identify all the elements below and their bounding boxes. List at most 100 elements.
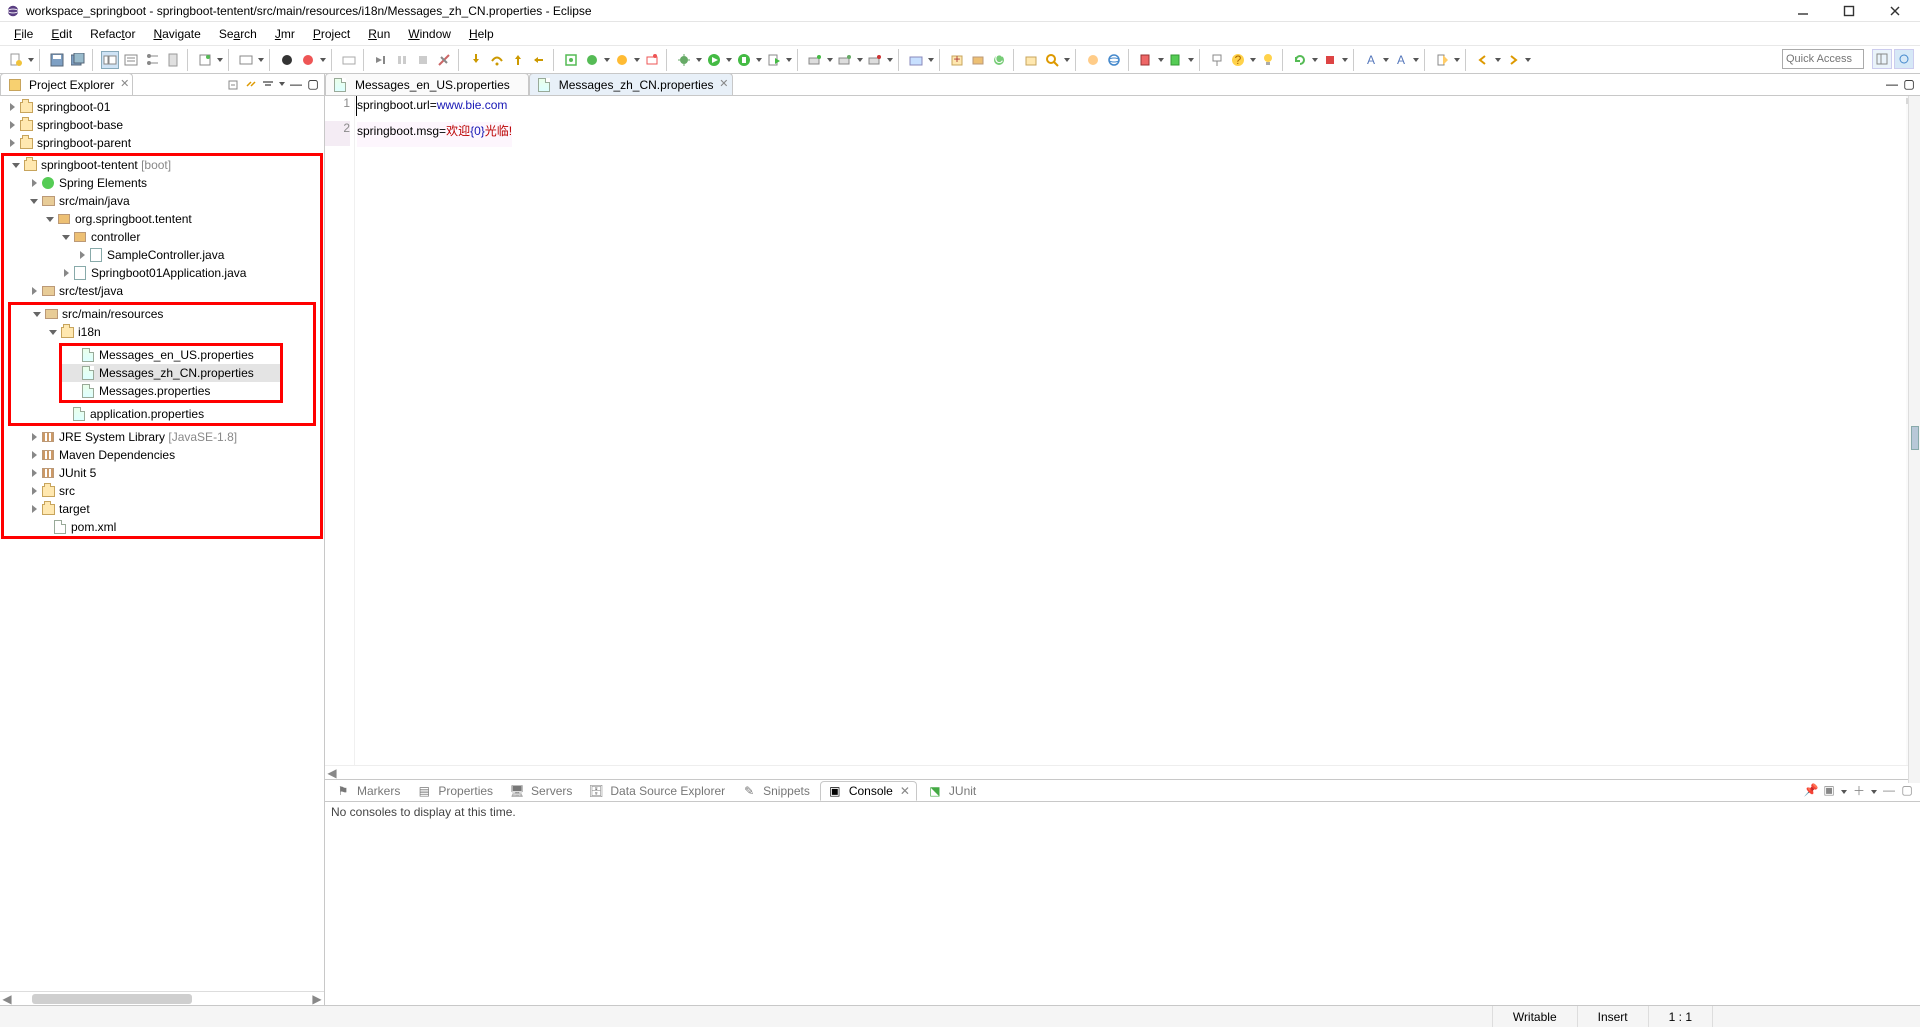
collapse-all-button[interactable]: [227, 77, 241, 91]
search-button[interactable]: [1043, 51, 1061, 69]
tb-newwiz[interactable]: [1433, 51, 1451, 69]
tree-row-sample-controller[interactable]: SampleController.java: [4, 246, 320, 264]
view-tab-close[interactable]: ✕: [120, 77, 129, 90]
tree-row-msg-en[interactable]: Messages_en_US.properties: [62, 346, 280, 364]
window-close-button[interactable]: [1882, 1, 1908, 21]
tb-btn-stop[interactable]: [414, 51, 432, 69]
tb-tips[interactable]: [1259, 51, 1277, 69]
tb-relaunch-boot[interactable]: [1291, 51, 1309, 69]
run-button[interactable]: [705, 51, 723, 69]
console-new-drop[interactable]: [1870, 783, 1878, 801]
tb-btn-stepout[interactable]: [509, 51, 527, 69]
tb-font-2-drop[interactable]: [1412, 51, 1420, 69]
outline-min-icon[interactable]: [1911, 426, 1919, 450]
tree-row-pom[interactable]: pom.xml: [4, 518, 320, 536]
editor-hscroll[interactable]: ◀▶: [325, 765, 1920, 779]
back-drop[interactable]: [1494, 51, 1502, 69]
minimize-bottom-button[interactable]: —: [1882, 783, 1896, 797]
link-editor-button[interactable]: [244, 77, 258, 91]
view-tab-project-explorer[interactable]: Project Explorer ✕: [0, 73, 133, 95]
view-tab-console[interactable]: ▣Console✕: [820, 781, 917, 801]
tree-row-junit[interactable]: JUnit 5: [4, 464, 320, 482]
tb-tasklist[interactable]: [1084, 51, 1102, 69]
tb-newwiz-drop[interactable]: [1453, 51, 1461, 69]
view-tab-properties[interactable]: ▤Properties: [410, 781, 499, 801]
tree-row-controller[interactable]: controller: [4, 228, 320, 246]
menu-run[interactable]: Run: [360, 25, 398, 43]
perspective-jee-button[interactable]: [1894, 49, 1914, 69]
tb-btn-skip[interactable]: [372, 51, 390, 69]
save-button[interactable]: [48, 51, 66, 69]
window-maximize-button[interactable]: [1836, 1, 1862, 21]
tb-btn-5[interactable]: [122, 51, 140, 69]
tb-browser[interactable]: [1105, 51, 1123, 69]
new-class-button[interactable]: C: [990, 51, 1008, 69]
tb-annotation-prev-drop[interactable]: [1157, 51, 1165, 69]
tree-row-src-test-java[interactable]: src/test/java: [4, 282, 320, 300]
debug-button[interactable]: [675, 51, 693, 69]
tb-btn-boot1[interactable]: [583, 51, 601, 69]
console-tab-close[interactable]: ✕: [900, 784, 910, 798]
tb-server-start-drop[interactable]: [826, 51, 834, 69]
maximize-view-button[interactable]: ▢: [306, 77, 320, 91]
tb-btn-stepover[interactable]: [488, 51, 506, 69]
tb-stop-boot[interactable]: [1321, 51, 1339, 69]
tb-annotation-next-drop[interactable]: [1187, 51, 1195, 69]
tb-btn-disconnect[interactable]: [435, 51, 453, 69]
tb-btn-boot2[interactable]: [613, 51, 631, 69]
new-button[interactable]: [7, 51, 25, 69]
tb-btn-stepin[interactable]: [467, 51, 485, 69]
tb-drop-jmr2[interactable]: [319, 51, 327, 69]
tree-row-app-props[interactable]: application.properties: [11, 405, 313, 423]
open-type-button[interactable]: [1022, 51, 1040, 69]
back-button[interactable]: [1474, 51, 1492, 69]
run-last-button[interactable]: [765, 51, 783, 69]
tb-server-profile-drop[interactable]: [886, 51, 894, 69]
tb-drop-boot2[interactable]: [633, 51, 641, 69]
view-tab-snippets[interactable]: ✎Snippets: [735, 781, 816, 801]
tb-server-debug-drop[interactable]: [856, 51, 864, 69]
menu-help[interactable]: Help: [461, 25, 502, 43]
tree-row-msg-def[interactable]: Messages.properties: [62, 382, 280, 400]
new-java-project-button[interactable]: +: [948, 51, 966, 69]
tree-row-pkg[interactable]: org.springboot.tentent: [4, 210, 320, 228]
menu-navigate[interactable]: Navigate: [145, 25, 208, 43]
tb-btn-relaunch[interactable]: [562, 51, 580, 69]
coverage-dropdown[interactable]: [755, 51, 763, 69]
tb-annotation-next[interactable]: [1167, 51, 1185, 69]
menu-jmr[interactable]: Jmr: [267, 25, 303, 43]
forward-button[interactable]: [1504, 51, 1522, 69]
menu-edit[interactable]: Edit: [43, 25, 80, 43]
tb-drop-switch[interactable]: [216, 51, 224, 69]
forward-drop[interactable]: [1524, 51, 1532, 69]
code-content[interactable]: springboot.url=www.bie.com springboot.ms…: [355, 96, 1906, 765]
open-perspective-button[interactable]: [1872, 49, 1892, 69]
tb-server-profile[interactable]: [866, 51, 884, 69]
view-tab-dse[interactable]: 🗄Data Source Explorer: [582, 781, 731, 801]
tb-btn-6[interactable]: [143, 51, 161, 69]
project-explorer-tree[interactable]: springboot-01 springboot-base springboot…: [0, 96, 324, 991]
menu-file[interactable]: File: [6, 25, 41, 43]
tree-row-src[interactable]: src: [4, 482, 320, 500]
tb-font-2[interactable]: A: [1392, 51, 1410, 69]
new-package-button[interactable]: [969, 51, 987, 69]
coverage-button[interactable]: [735, 51, 753, 69]
view-tab-servers[interactable]: 🖥Servers: [503, 781, 578, 801]
tb-btn-switch[interactable]: [196, 51, 214, 69]
search-drop[interactable]: [1063, 51, 1071, 69]
editor-tab-en[interactable]: Messages_en_US.properties: [325, 73, 529, 95]
maximize-editor-button[interactable]: ▢: [1902, 77, 1916, 91]
tree-row-src-main-java[interactable]: src/main/java: [4, 192, 320, 210]
tree-row-target[interactable]: target: [4, 500, 320, 518]
save-all-button[interactable]: [69, 51, 87, 69]
tb-drop-console[interactable]: [257, 51, 265, 69]
tb-btn-boot3[interactable]: [643, 51, 661, 69]
editor-tab-zh[interactable]: Messages_zh_CN.properties ✕: [529, 73, 733, 95]
menu-search[interactable]: Search: [211, 25, 265, 43]
tree-row-sbt[interactable]: springboot-tentent [boot]: [4, 156, 320, 174]
tb-btn-jmr1[interactable]: [278, 51, 296, 69]
run-last-dropdown[interactable]: [785, 51, 793, 69]
tb-btn-pause[interactable]: [393, 51, 411, 69]
tb-help-drop[interactable]: [1249, 51, 1257, 69]
menu-refactor[interactable]: Refactor: [82, 25, 143, 43]
